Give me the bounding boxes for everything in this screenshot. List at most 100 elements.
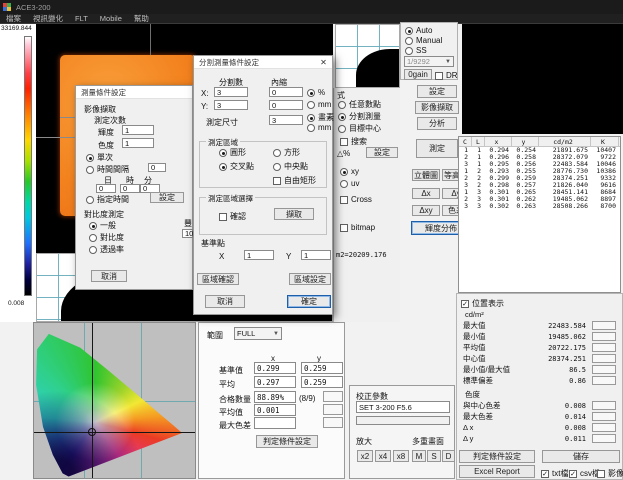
stat-detail-button[interactable] xyxy=(592,434,616,443)
pass-count-field[interactable]: 88.89% xyxy=(254,391,296,403)
size-field[interactable]: 3 xyxy=(269,115,303,125)
table-row[interactable]: 120.2930.25528776.73010386 xyxy=(459,168,620,175)
settings-button[interactable]: 設定 xyxy=(417,85,457,98)
checkbox-csv-file[interactable]: ✓csv檔 xyxy=(569,468,600,479)
checkbox-position-display[interactable]: ✓位置表示 xyxy=(461,298,504,309)
multi-m-button[interactable]: M xyxy=(412,450,426,462)
occluded-value-field[interactable]: 10 xyxy=(182,229,193,238)
delta-x-button[interactable]: Δx xyxy=(412,188,440,199)
measure-button[interactable]: 測定 xyxy=(416,139,458,158)
interval-field[interactable]: 0 xyxy=(148,163,166,172)
checkbox-free-rect[interactable]: 自由矩形 xyxy=(273,175,316,186)
stat-detail-button[interactable] xyxy=(592,401,616,410)
stat-detail-button[interactable] xyxy=(592,332,616,341)
chroma-count-field[interactable]: 1 xyxy=(122,138,154,148)
radio-auto[interactable]: Auto xyxy=(405,26,432,35)
base-x-field[interactable]: 1 xyxy=(244,250,274,260)
checkbox-bitmap[interactable]: bitmap xyxy=(340,223,375,232)
luminance-count-field[interactable]: 1 xyxy=(122,125,154,135)
x-divisions-field[interactable]: 3 xyxy=(214,87,248,97)
area-set-button[interactable]: 區域設定 xyxy=(289,273,331,285)
radio-split-measure[interactable]: 分割測量 xyxy=(338,111,381,122)
radio-mm2[interactable]: mm xyxy=(307,123,331,132)
zoom-x8-button[interactable]: x8 xyxy=(393,450,409,462)
radio-interval[interactable]: 時間間隔 xyxy=(86,164,129,175)
table-row[interactable]: 320.2980.25721826.0409616 xyxy=(459,182,620,189)
menu-mobile[interactable]: Mobile xyxy=(100,14,122,23)
y-divisions-field[interactable]: 3 xyxy=(214,100,248,110)
close-icon[interactable]: ✕ xyxy=(318,57,329,68)
stat-detail-button[interactable] xyxy=(592,354,616,363)
radio-ss[interactable]: SS xyxy=(405,46,427,55)
table-row[interactable]: 330.3020.26328508.2668700 xyxy=(459,203,620,210)
max-color-diff-field[interactable] xyxy=(254,417,296,429)
reference-x-field[interactable]: 0.299 xyxy=(254,362,296,374)
ok-button[interactable]: 確定 xyxy=(287,295,331,308)
range-dropdown[interactable]: FULL▼ xyxy=(234,327,282,340)
time-set-button[interactable]: 設定 xyxy=(150,192,184,203)
radio-single[interactable]: 單次 xyxy=(86,152,113,163)
checkbox-txt-file[interactable]: ✓txt檔 xyxy=(541,468,568,479)
radio-square[interactable]: 方形 xyxy=(273,147,300,158)
dialog-titlebar[interactable]: 分割測量條件設定 xyxy=(194,56,332,69)
radio-uv[interactable]: uv xyxy=(340,179,359,188)
radio-specified-time[interactable]: 指定時間 xyxy=(86,194,129,205)
reference-y-field[interactable]: 0.259 xyxy=(301,362,343,374)
radio-transmittance[interactable]: 透過率 xyxy=(89,244,124,255)
average-x-field[interactable]: 0.297 xyxy=(254,376,296,388)
day-field[interactable]: 0 xyxy=(96,184,116,193)
table-row[interactable]: 220.2990.25928374.2519332 xyxy=(459,175,620,182)
radio-mm[interactable]: mm xyxy=(307,100,331,109)
window-titlebar[interactable]: ACE3-200 xyxy=(0,0,623,14)
multi-s-button[interactable]: S xyxy=(427,450,441,462)
checkbox-cross[interactable]: Cross xyxy=(340,195,372,204)
dialog-titlebar[interactable]: 測量條件設定 xyxy=(76,86,192,99)
judge-condition-button2[interactable]: 判定條件設定 xyxy=(256,435,318,448)
base-y-field[interactable]: 1 xyxy=(301,250,331,260)
measurement-table[interactable]: CLxycd/m2K 110.2940.25421891.67510407 21… xyxy=(458,136,621,293)
analyze-button[interactable]: 分析 xyxy=(417,117,457,130)
strip-set-button[interactable]: 設定 xyxy=(366,147,398,158)
cancel-button[interactable]: 取消 xyxy=(205,295,245,308)
radio-centerpoint[interactable]: 中央點 xyxy=(273,161,308,172)
excel-report-button[interactable]: Excel Report xyxy=(459,465,535,478)
zoom-x4-button[interactable]: x4 xyxy=(375,450,391,462)
radio-crosspoint[interactable]: 交叉點 xyxy=(219,161,254,172)
radio-contrast[interactable]: 對比度 xyxy=(89,232,124,243)
radio-any-points[interactable]: 任意數點 xyxy=(338,99,381,110)
multi-d-button[interactable]: D xyxy=(442,450,455,462)
shutter-dropdown[interactable]: 1/9292▼ xyxy=(404,56,454,67)
hour-field[interactable]: 0 xyxy=(120,184,140,193)
y-inset-field[interactable]: 0 xyxy=(269,100,303,110)
radio-pixel[interactable]: 畫素 xyxy=(307,112,334,123)
menu-help[interactable]: 幫助 xyxy=(134,13,149,24)
3d-map-button[interactable]: 立體圖 xyxy=(412,169,440,181)
radio-manual[interactable]: Manual xyxy=(405,36,442,45)
zoom-x2-button[interactable]: x2 xyxy=(357,450,373,462)
menu-flt[interactable]: FLT xyxy=(75,14,88,23)
menu-video[interactable]: 視訊變化 xyxy=(33,13,63,24)
checkbox-image-file[interactable]: 影像檔 xyxy=(597,468,623,479)
capture-area-button[interactable]: 擷取 xyxy=(274,208,314,220)
calibration-set-field[interactable]: SET 3-200 F5.6 xyxy=(356,401,450,413)
stat-detail-button[interactable] xyxy=(592,423,616,432)
radio-percent[interactable]: % xyxy=(307,88,325,97)
x-inset-field[interactable]: 0 xyxy=(269,87,303,97)
checkbox-search[interactable]: 搜索 xyxy=(340,136,367,147)
cancel-button[interactable]: 取消 xyxy=(91,270,127,282)
zoom-grid-window-top[interactable] xyxy=(335,24,400,88)
radio-xy[interactable]: xy xyxy=(340,167,359,176)
stat-detail-button[interactable] xyxy=(592,412,616,421)
image-capture-button[interactable]: 影像擷取 xyxy=(415,101,459,114)
gain-button[interactable]: 0gain xyxy=(404,69,432,80)
radio-circle[interactable]: 圓形 xyxy=(219,147,246,158)
checkbox-dr[interactable]: DR xyxy=(435,71,458,80)
average-value-field[interactable]: 0.001 xyxy=(254,404,296,416)
stat-detail-button[interactable] xyxy=(592,376,616,385)
table-row[interactable]: 110.2940.25421891.67510407 xyxy=(459,147,620,154)
stat-detail-button[interactable] xyxy=(592,321,616,330)
stat-detail-button[interactable] xyxy=(592,365,616,374)
area-confirm-button[interactable]: 區域確認 xyxy=(197,273,239,285)
delta-xy-button[interactable]: Δxy xyxy=(412,205,440,216)
table-row[interactable]: 130.3010.26528451.1418684 xyxy=(459,189,620,196)
